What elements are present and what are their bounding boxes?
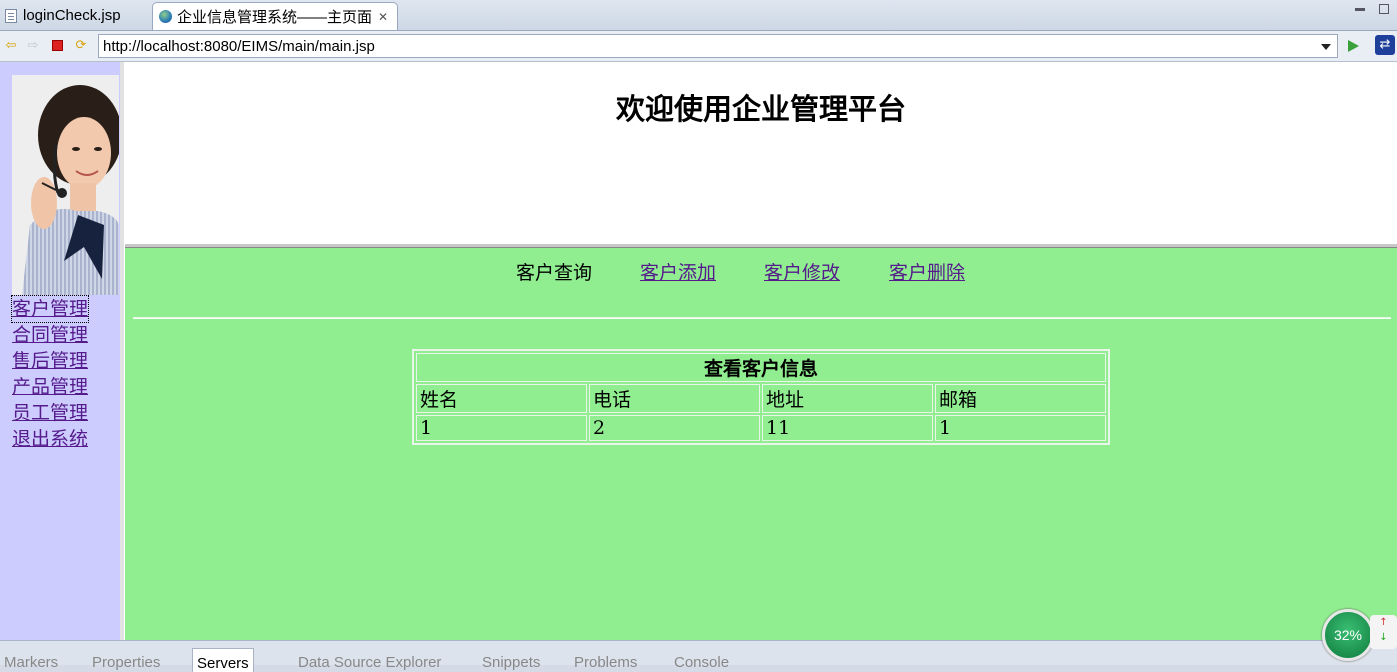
close-tab-icon[interactable]: ✕ bbox=[378, 10, 388, 24]
sidebar-item-after-sales[interactable]: 售后管理 bbox=[12, 348, 88, 374]
view-tab-console[interactable]: Console bbox=[674, 654, 729, 671]
table-cell: 1 bbox=[935, 415, 1106, 441]
table-caption: 查看客户信息 bbox=[416, 353, 1106, 382]
customer-subnav: 客户查询 客户添加 客户修改 客户删除 bbox=[125, 258, 1397, 284]
column-header: 地址 bbox=[762, 384, 933, 413]
sidebar-item-employees[interactable]: 员工管理 bbox=[12, 400, 88, 426]
customer-service-photo bbox=[12, 75, 119, 295]
minimize-icon[interactable] bbox=[1355, 8, 1365, 11]
network-arrows-icon: ↑ ↓ bbox=[1370, 615, 1397, 649]
maximize-icon[interactable] bbox=[1379, 4, 1389, 14]
stop-icon[interactable] bbox=[52, 40, 63, 51]
forward-arrow-icon[interactable]: ⇨ bbox=[26, 39, 40, 53]
view-tab-snippets[interactable]: Snippets bbox=[482, 654, 540, 671]
globe-icon bbox=[159, 10, 172, 23]
column-header: 邮箱 bbox=[935, 384, 1106, 413]
table-header-row: 姓名 电话 地址 邮箱 bbox=[416, 384, 1106, 413]
sidebar-item-products[interactable]: 产品管理 bbox=[12, 374, 88, 400]
tab-main-page[interactable]: 企业信息管理系统——主页面 ✕ bbox=[152, 2, 398, 30]
views-tab-strip: Markers Properties Servers Data Source E… bbox=[0, 640, 1397, 672]
table-cell: 1 bbox=[416, 415, 587, 441]
tab-logincheck[interactable]: loginCheck.jsp bbox=[0, 2, 150, 29]
browser-toolbar: ⇦ ⇨ ⟳ ⇄ bbox=[0, 31, 1397, 62]
url-field-container bbox=[98, 34, 1338, 58]
browser-sync-icon[interactable]: ⇄ bbox=[1375, 35, 1395, 55]
page-viewport: 客户管理 合同管理 售后管理 产品管理 员工管理 退出系统 欢迎使用企业管理平台… bbox=[0, 62, 1397, 641]
view-tab-problems[interactable]: Problems bbox=[574, 654, 637, 671]
editor-tab-bar: loginCheck.jsp 企业信息管理系统——主页面 ✕ bbox=[0, 0, 1397, 31]
subnav-delete-link[interactable]: 客户删除 bbox=[889, 258, 965, 285]
url-input[interactable] bbox=[99, 35, 1307, 57]
jsp-file-icon bbox=[5, 8, 17, 23]
refresh-icon[interactable]: ⟳ bbox=[74, 39, 88, 53]
sidebar-item-customers[interactable]: 客户管理 bbox=[10, 295, 90, 323]
table-cell: 2 bbox=[589, 415, 760, 441]
subnav-query: 客户查询 bbox=[516, 262, 593, 284]
view-tab-data-source-explorer[interactable]: Data Source Explorer bbox=[298, 654, 441, 671]
subnav-edit-link[interactable]: 客户修改 bbox=[764, 258, 840, 285]
tab-label: 企业信息管理系统——主页面 bbox=[177, 9, 373, 26]
view-tab-properties[interactable]: Properties bbox=[92, 654, 160, 671]
memory-gauge[interactable]: 32% bbox=[1322, 609, 1374, 661]
sidebar-menu: 客户管理 合同管理 售后管理 产品管理 员工管理 退出系统 bbox=[10, 295, 90, 452]
page-title: 欢迎使用企业管理平台 bbox=[615, 92, 906, 126]
view-tab-markers[interactable]: Markers bbox=[4, 654, 58, 671]
tab-label: loginCheck.jsp bbox=[23, 7, 121, 24]
subnav-add-link[interactable]: 客户添加 bbox=[640, 258, 716, 285]
go-icon[interactable] bbox=[1348, 40, 1359, 52]
table-cell: 11 bbox=[762, 415, 933, 441]
sidebar-item-logout[interactable]: 退出系统 bbox=[12, 426, 88, 452]
column-header: 姓名 bbox=[416, 384, 587, 413]
left-frame: 客户管理 合同管理 售后管理 产品管理 员工管理 退出系统 bbox=[0, 62, 124, 640]
back-arrow-icon[interactable]: ⇦ bbox=[4, 39, 18, 53]
column-header: 电话 bbox=[589, 384, 760, 413]
customer-info-table: 查看客户信息 姓名 电话 地址 邮箱 1 2 11 1 bbox=[412, 349, 1110, 445]
main-frame: 客户查询 客户添加 客户修改 客户删除 查看客户信息 姓名 电话 地址 邮箱 1… bbox=[125, 247, 1397, 641]
divider bbox=[133, 317, 1391, 319]
table-row: 1 2 11 1 bbox=[416, 415, 1106, 441]
sidebar-item-contracts[interactable]: 合同管理 bbox=[12, 322, 88, 348]
view-tab-servers[interactable]: Servers bbox=[192, 648, 254, 672]
top-frame: 欢迎使用企业管理平台 bbox=[125, 62, 1397, 247]
window-controls bbox=[1355, 4, 1389, 14]
url-dropdown-icon[interactable] bbox=[1321, 44, 1331, 50]
